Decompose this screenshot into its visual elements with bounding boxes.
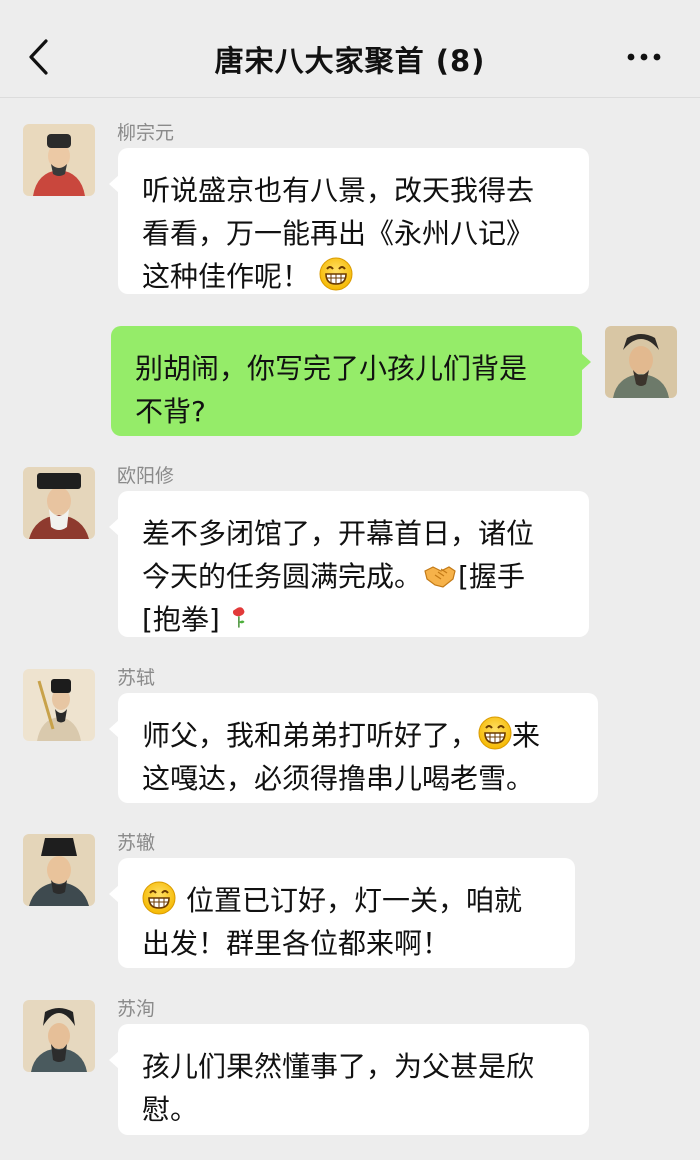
- sender-name: 苏洵: [117, 998, 156, 1020]
- avatar-su-xun[interactable]: [23, 1000, 95, 1072]
- message-text: 这嘎达，必须得撸串儿喝老雪。: [142, 762, 535, 795]
- message-bubble[interactable]: 位置已订好，灯一关，咱就 出发！群里各位都来啊！: [109, 858, 575, 968]
- message-text: 今天的任务圆满完成。: [142, 560, 423, 593]
- chat-title[interactable]: 唐宋八大家聚首 (8): [0, 38, 700, 80]
- avatar-self[interactable]: [605, 326, 677, 398]
- message-bubble[interactable]: 孩儿们果然懂事了，为父甚是欣 慰。: [109, 1024, 589, 1135]
- message-text: 看看，万一能再出《永州八记》: [142, 217, 535, 250]
- chat-header: 唐宋八大家聚首 (8): [0, 0, 700, 98]
- message-text: 听说盛京也有八景，改天我得去: [142, 174, 535, 207]
- message-bubble[interactable]: 听说盛京也有八景，改天我得去 看看，万一能再出《永州八记》 这种佳作呢！: [109, 148, 589, 294]
- rose-emoji: [232, 607, 245, 628]
- sender-name: 苏辙: [117, 832, 156, 854]
- message-text: 慰。: [142, 1093, 199, 1126]
- message-text: 来: [512, 719, 541, 752]
- message-text: 差不多闭馆了，开幕首日，诸位: [142, 517, 535, 550]
- avatar-su-zhe[interactable]: [23, 834, 95, 906]
- message-text: 出发！群里各位都来啊！: [142, 927, 451, 960]
- message-text: 孩儿们果然懂事了，为父甚是欣: [142, 1050, 535, 1083]
- message-text: 这种佳作呢！: [142, 260, 311, 293]
- message-bubble[interactable]: 差不多闭馆了，开幕首日，诸位 今天的任务圆满完成。 [握手 [抱拳]: [109, 491, 589, 637]
- sender-name: 柳宗元: [117, 122, 175, 144]
- message-text: 师父，我和弟弟打听好了，: [142, 719, 479, 752]
- avatar-liu-zongyuan[interactable]: [23, 124, 95, 196]
- avatar-ouyang-xiu[interactable]: [23, 467, 95, 539]
- sender-name: 苏轼: [117, 667, 156, 689]
- message-bubble[interactable]: 师父，我和弟弟打听好了， 来 这嘎达，必须得撸串儿喝老雪。: [109, 693, 598, 803]
- message-bubble[interactable]: 别胡闹，你写完了小孩儿们背是 不背?: [111, 326, 591, 436]
- message-text: [握手: [458, 560, 525, 593]
- more-dots-icon[interactable]: [626, 50, 662, 64]
- message-text: 不背?: [135, 395, 206, 428]
- message-text: [抱拳]: [142, 603, 220, 636]
- handshake-emoji: [424, 566, 456, 588]
- sender-name: 欧阳修: [117, 465, 175, 487]
- message-text: 位置已订好，灯一关，咱就: [186, 884, 523, 917]
- grin-emoji: [319, 257, 353, 291]
- grin-emoji: [142, 881, 176, 915]
- grin-emoji: [478, 716, 512, 750]
- message-text: 别胡闹，你写完了小孩儿们背是: [135, 352, 528, 385]
- avatar-su-shi[interactable]: [23, 669, 95, 741]
